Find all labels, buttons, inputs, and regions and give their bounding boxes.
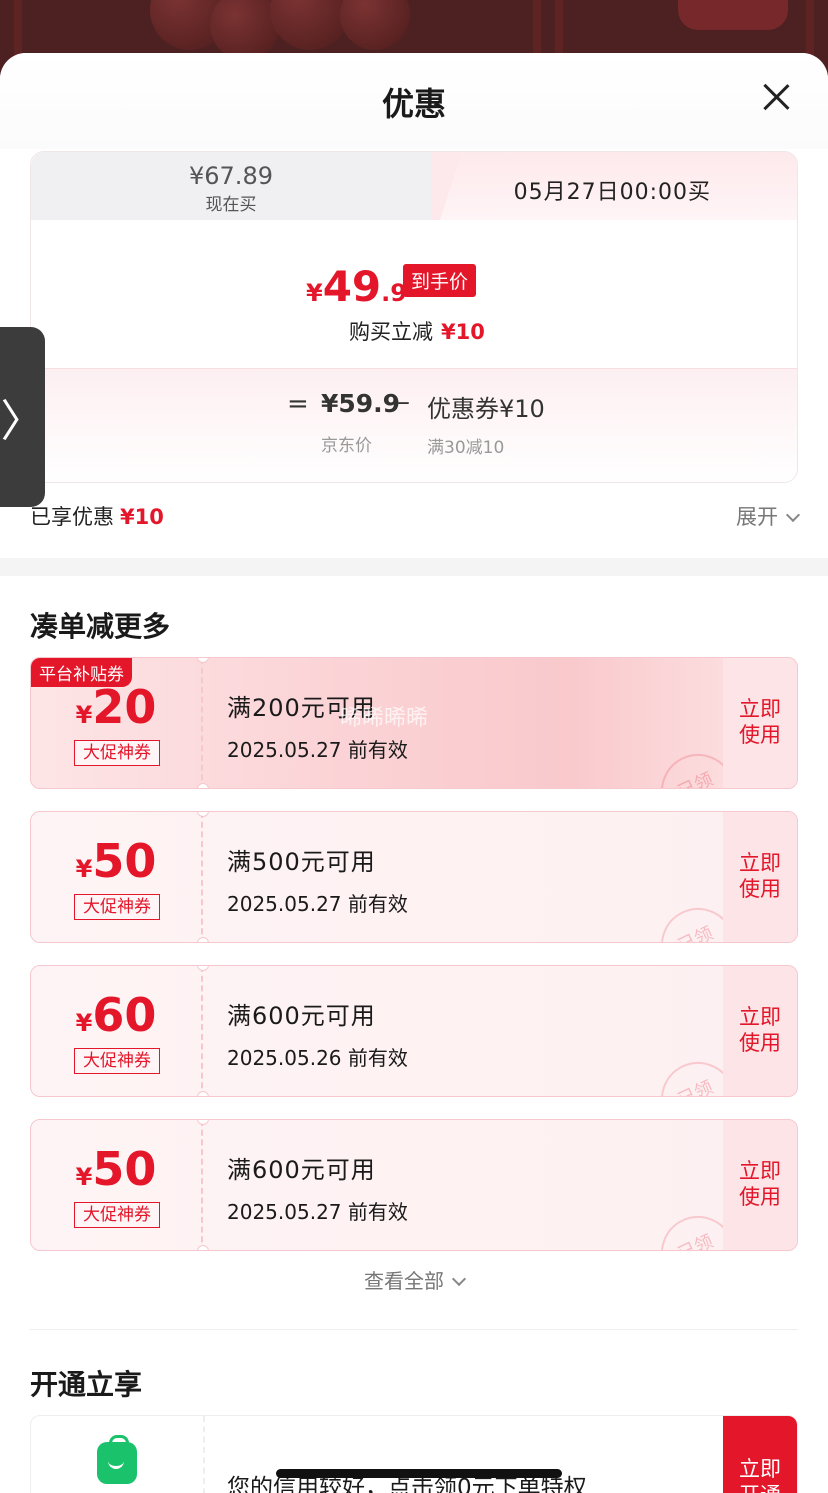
coupon-value: 50 — [92, 834, 157, 888]
coupon-value: 60 — [92, 988, 157, 1042]
enjoyed-amount: ¥10 — [120, 505, 164, 529]
watermark: 晞晞晞晞 — [340, 706, 429, 731]
section-title-more: 凑单减更多 — [30, 610, 171, 643]
coupon-left: ¥50 大促神券 — [31, 1120, 203, 1250]
view-all-label: 查看全部 — [364, 1269, 444, 1293]
sheet-header: 优惠 — [0, 53, 828, 149]
coupon-validity: 2025.05.27 前有效 — [227, 1200, 408, 1224]
chevron-down-icon — [785, 507, 801, 523]
coupon-value: 50 — [92, 1142, 157, 1196]
coupon-left: ¥50 大促神券 — [31, 812, 203, 942]
tab-now-label: 现在买 — [205, 195, 257, 215]
section-title-open: 开通立享 — [30, 1368, 143, 1401]
use-now-button[interactable]: 立即 使用 — [723, 966, 797, 1096]
buy-reduce: 购买立减 ¥10 — [349, 316, 485, 346]
coupon-left: ¥60 大促神券 — [31, 966, 203, 1096]
sheet-title: 优惠 — [381, 85, 446, 123]
price-body: ¥49.9 到手价 购买立减 ¥10 — [31, 220, 797, 368]
chevron-down-icon — [451, 1271, 467, 1287]
coupon-yen: ¥ — [75, 701, 93, 729]
tab-later-label: 05月27日00:00买 — [513, 180, 711, 205]
coupon-yen: ¥ — [75, 1009, 93, 1037]
open-now-label: 立即开通 — [739, 1457, 781, 1493]
tab-later[interactable]: 05月27日00:00买 — [431, 152, 797, 220]
formula-jd-price: ¥59.9 — [321, 389, 401, 418]
coupon-validity: 2025.05.27 前有效 — [227, 738, 408, 762]
chevron-right-icon: 〉 — [0, 396, 45, 447]
view-all-button[interactable]: 查看全部 — [0, 1265, 828, 1294]
final-price-int: 49 — [322, 262, 382, 311]
formula-minus: – — [397, 387, 410, 417]
coupon-amount: ¥50 — [31, 1142, 201, 1196]
use-now-label: 立即 使用 — [739, 851, 781, 901]
open-card-left — [31, 1416, 205, 1493]
coupon-amount: ¥50 — [31, 834, 201, 888]
coupon-tag: 大促神券 — [74, 740, 160, 766]
price-formula: = ¥59.9 – 优惠券¥10 京东价 满30减10 — [31, 368, 797, 482]
buy-reduce-amount: ¥10 — [441, 320, 485, 344]
use-now-label: 立即 使用 — [739, 1005, 781, 1055]
coupon-yen: ¥ — [75, 1163, 93, 1191]
formula-jd-label: 京东价 — [321, 436, 372, 456]
coupon-card[interactable]: ¥50 大促神券 满500元可用 2025.05.27 前有效 已领 立即 使用 — [30, 811, 798, 943]
coupon-badge: 平台补贴券 — [31, 658, 132, 687]
use-now-button[interactable]: 立即 使用 — [723, 658, 797, 788]
enjoyed-discount: 已享优惠 ¥10 — [30, 501, 164, 531]
tab-now-price: ¥67.89 — [189, 162, 273, 190]
expand-button[interactable]: 展开 — [736, 501, 801, 531]
enjoyed-label: 已享优惠 — [30, 505, 114, 529]
coupon-tag: 大促神券 — [74, 894, 160, 920]
shopping-bag-icon — [97, 1435, 137, 1484]
use-now-button[interactable]: 立即 使用 — [723, 812, 797, 942]
open-privilege-card[interactable]: 您的信用较好，点击领0元下单特权 立即开通 — [30, 1415, 798, 1493]
coupon-card[interactable]: ¥60 大促神券 满600元可用 2025.05.26 前有效 已领 立即 使用 — [30, 965, 798, 1097]
final-price-badge: 到手价 — [403, 264, 477, 297]
tab-now[interactable]: ¥67.89 现在买 — [31, 152, 431, 220]
open-now-button[interactable]: 立即开通 — [723, 1416, 797, 1493]
expand-label: 展开 — [736, 505, 778, 529]
coupon-notch — [197, 937, 209, 942]
buy-reduce-label: 购买立减 — [349, 320, 433, 344]
coupon-amount: ¥20 — [31, 680, 201, 734]
coupon-card[interactable]: ¥50 大促神券 满600元可用 2025.05.27 前有效 已领 立即 使用 — [30, 1119, 798, 1251]
formula-equals: = — [287, 389, 309, 419]
discount-sheet: 优惠 05月27日00:00买 ¥67.89 现在买 ¥49.9 到手价 购买立… — [0, 53, 828, 1493]
coupon-condition: 满600元可用 — [227, 1002, 376, 1030]
use-now-label: 立即 使用 — [739, 1159, 781, 1209]
home-indicator[interactable] — [276, 1469, 562, 1478]
coupon-validity: 2025.05.26 前有效 — [227, 1046, 408, 1070]
coupon-tag: 大促神券 — [74, 1202, 160, 1228]
coupon-yen: ¥ — [75, 855, 93, 883]
final-price-yen: ¥ — [306, 279, 323, 307]
section-divider — [0, 558, 828, 576]
coupon-notch — [197, 1091, 209, 1096]
side-handle[interactable]: 〉 — [0, 327, 45, 507]
coupon-tag: 大促神券 — [74, 1048, 160, 1074]
coupon-condition: 满600元可用 — [227, 1156, 376, 1184]
coupon-condition: 满500元可用 — [227, 848, 376, 876]
coupon-notch — [197, 1245, 209, 1250]
formula-coupon: 优惠券¥10 — [427, 395, 545, 423]
formula-coupon-rule: 满30减10 — [427, 438, 505, 458]
divider — [30, 1329, 798, 1330]
coupon-amount: ¥60 — [31, 988, 201, 1042]
coupon-value: 20 — [92, 680, 157, 734]
coupon-validity: 2025.05.27 前有效 — [227, 892, 408, 916]
close-icon[interactable] — [762, 83, 790, 111]
final-price: ¥49.9 — [306, 262, 407, 311]
coupon-notch — [197, 783, 209, 788]
price-card: 05月27日00:00买 ¥67.89 现在买 ¥49.9 到手价 购买立减 ¥1… — [30, 151, 798, 483]
use-now-button[interactable]: 立即 使用 — [723, 1120, 797, 1250]
use-now-label: 立即 使用 — [739, 697, 781, 747]
